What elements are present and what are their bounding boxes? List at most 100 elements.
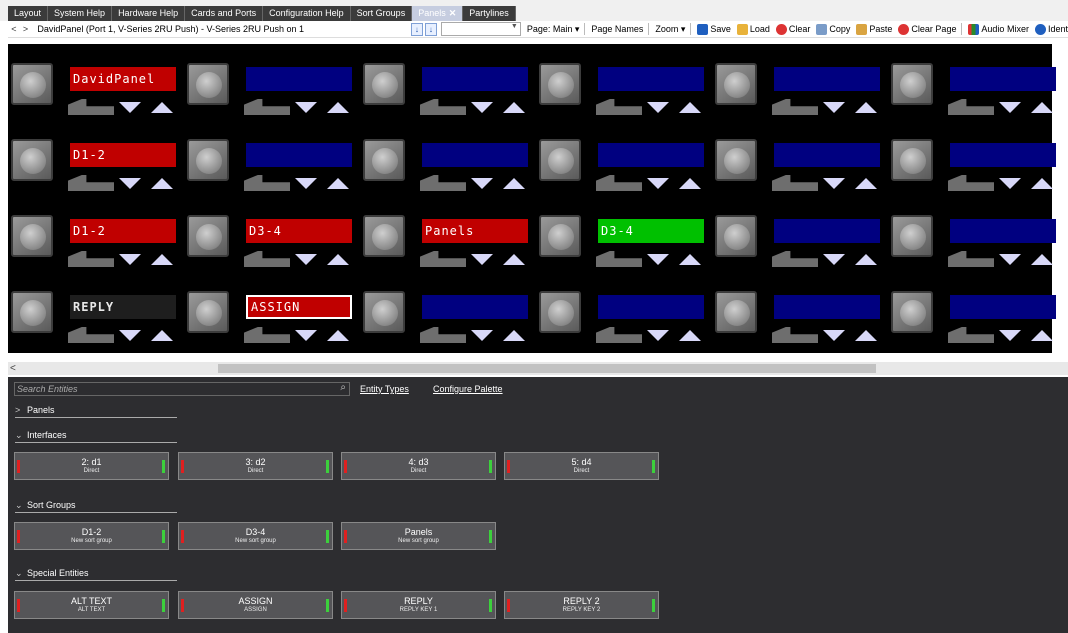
volume-up-icon[interactable] [327,330,349,341]
key-label-display[interactable] [950,295,1056,319]
key-button[interactable] [11,291,53,333]
volume-up-icon[interactable] [503,254,525,265]
lever-icon[interactable] [596,99,642,115]
key-label-display[interactable] [774,67,880,91]
volume-down-icon[interactable] [295,102,317,113]
lever-icon[interactable] [772,175,818,191]
key-button[interactable] [187,215,229,257]
special-entity[interactable]: ALT TEXT ALT TEXT [14,591,169,619]
lever-icon[interactable] [420,99,466,115]
special-entity[interactable]: ASSIGN ASSIGN [178,591,333,619]
lever-icon[interactable] [420,251,466,267]
volume-down-icon[interactable] [999,330,1021,341]
tab-cards-and-ports[interactable]: Cards and Ports [185,6,264,21]
interface-entity[interactable]: 4: d3 Direct [341,452,496,480]
interface-entity[interactable]: 5: d4 Direct [504,452,659,480]
search-icon[interactable]: ⌕ [340,382,346,394]
search-input[interactable]: Search Entities ⌕ [14,382,350,396]
key-label-display[interactable] [950,143,1056,167]
key-label-display[interactable] [246,143,352,167]
volume-up-icon[interactable] [855,178,877,189]
interface-entity[interactable]: 2: d1 Direct [14,452,169,480]
key-button[interactable] [891,291,933,333]
key-button[interactable] [11,63,53,105]
key-button[interactable] [363,139,405,181]
back-button[interactable]: < [8,24,20,34]
special-entity[interactable]: REPLY 2 REPLY KEY 2 [504,591,659,619]
volume-down-icon[interactable] [647,330,669,341]
volume-up-icon[interactable] [1031,178,1053,189]
volume-down-icon[interactable] [119,102,141,113]
lever-icon[interactable] [596,251,642,267]
section-panels[interactable]: > Panels [15,404,177,418]
volume-up-icon[interactable] [503,102,525,113]
volume-down-icon[interactable] [823,254,845,265]
key-button[interactable] [363,63,405,105]
key-button[interactable] [539,291,581,333]
volume-down-icon[interactable] [295,178,317,189]
lever-icon[interactable] [244,251,290,267]
volume-up-icon[interactable] [679,178,701,189]
volume-up-icon[interactable] [151,330,173,341]
section-interfaces[interactable]: ⌄ Interfaces [15,429,177,443]
volume-down-icon[interactable] [471,178,493,189]
key-button[interactable] [715,215,757,257]
key-label-display[interactable] [598,143,704,167]
key-button[interactable] [715,63,757,105]
key-button[interactable] [891,139,933,181]
lever-icon[interactable] [244,327,290,343]
volume-down-icon[interactable] [471,102,493,113]
tab-partylines[interactable]: Partylines [463,6,516,21]
volume-up-icon[interactable] [679,254,701,265]
volume-up-icon[interactable] [151,102,173,113]
key-label-display[interactable]: ASSIGN [246,295,352,319]
key-label-display[interactable]: D1-2 [70,143,176,167]
key-button[interactable] [715,139,757,181]
volume-down-icon[interactable] [823,178,845,189]
lever-icon[interactable] [772,327,818,343]
volume-down-icon[interactable] [823,102,845,113]
lever-icon[interactable] [772,99,818,115]
volume-up-icon[interactable] [503,330,525,341]
volume-up-icon[interactable] [151,254,173,265]
volume-down-icon[interactable] [647,178,669,189]
save-button[interactable]: Save [697,23,731,35]
volume-up-icon[interactable] [855,254,877,265]
volume-up-icon[interactable] [327,178,349,189]
page-select[interactable]: ▼ [440,22,521,36]
zoom-dropdown[interactable]: Zoom ▾ [655,24,685,35]
copy-button[interactable]: Copy [816,23,850,35]
volume-down-icon[interactable] [471,330,493,341]
lever-icon[interactable] [244,99,290,115]
key-label-display[interactable] [950,67,1056,91]
key-label-display[interactable]: REPLY [70,295,176,319]
volume-up-icon[interactable] [679,330,701,341]
lever-icon[interactable] [244,175,290,191]
lever-icon[interactable] [948,327,994,343]
clear-page-button[interactable]: Clear Page [898,23,956,35]
tab-configuration-help[interactable]: Configuration Help [263,6,351,21]
volume-down-icon[interactable] [471,254,493,265]
key-button[interactable] [539,215,581,257]
key-button[interactable] [11,215,53,257]
lever-icon[interactable] [596,175,642,191]
lever-icon[interactable] [68,251,114,267]
ident-button[interactable]: Ident [1034,23,1068,35]
key-label-display[interactable] [598,67,704,91]
volume-down-icon[interactable] [119,178,141,189]
key-label-display[interactable] [422,67,528,91]
scrollbar-thumb[interactable] [218,364,876,373]
lever-icon[interactable] [948,175,994,191]
page-names-button[interactable]: Page Names [591,24,643,34]
key-button[interactable] [539,63,581,105]
load-button[interactable]: Load [736,23,770,35]
paste-button[interactable]: Paste [856,23,892,35]
configure-palette-link[interactable]: Configure Palette [433,384,503,394]
key-label-display[interactable]: Panels [422,219,528,243]
key-label-display[interactable] [774,219,880,243]
page-dropdown[interactable]: Page: Main ▾ [527,24,580,35]
close-icon[interactable]: ✕ [449,8,457,18]
volume-down-icon[interactable] [295,254,317,265]
volume-down-icon[interactable] [119,330,141,341]
volume-up-icon[interactable] [1031,254,1053,265]
